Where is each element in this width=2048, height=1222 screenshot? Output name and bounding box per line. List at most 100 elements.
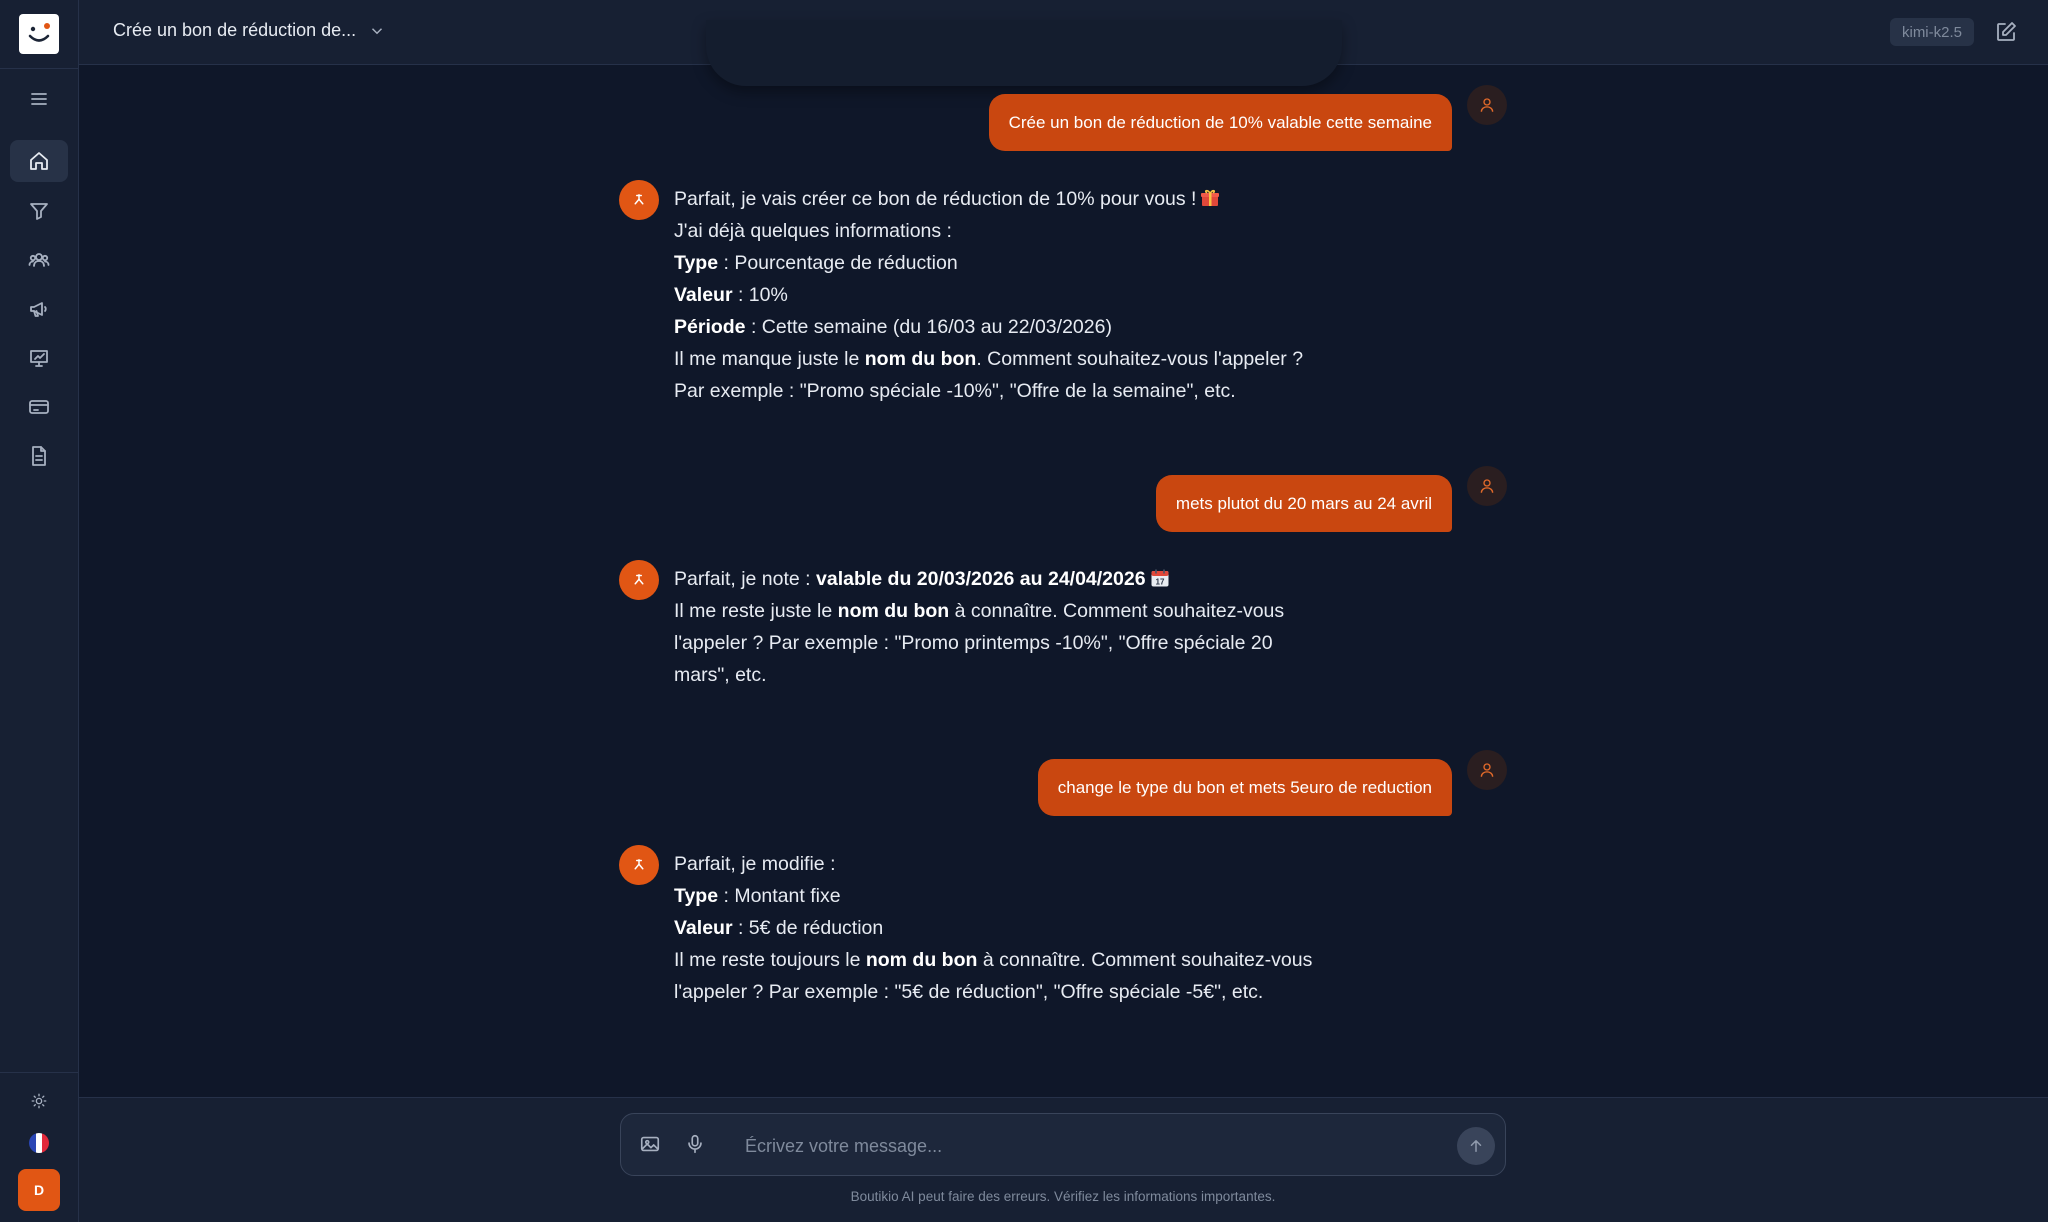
user-message-bubble: Crée un bon de réduction de 10% valable … xyxy=(988,94,1452,151)
message-input[interactable] xyxy=(743,1126,1407,1166)
user-icon xyxy=(1480,479,1494,493)
menu-icon xyxy=(31,93,47,105)
user-avatar-button[interactable]: D xyxy=(18,1169,60,1211)
arrow-up-icon xyxy=(1470,1140,1482,1152)
sidebar-divider xyxy=(0,68,78,69)
bold-text: Valeur xyxy=(674,917,733,939)
send-button[interactable] xyxy=(1457,1127,1495,1165)
sidebar: D xyxy=(0,0,79,1222)
assistant-message-line: Parfait, je note : valable du 20/03/2026… xyxy=(674,563,1334,595)
sidebar-item-marketing[interactable] xyxy=(10,288,68,330)
assistant-message-line: Valeur : 10% xyxy=(674,279,1334,311)
text-segment: l'appeler ? Par exemple : "5€ de réducti… xyxy=(674,981,1264,1003)
sidebar-item-payments[interactable] xyxy=(10,386,68,428)
sidebar-item-customers[interactable] xyxy=(10,239,68,281)
assistant-message-line: Type : Pourcentage de réduction xyxy=(674,247,1334,279)
text-segment: à connaître. Comment souhaitez-vous xyxy=(949,600,1285,622)
text-segment: . Comment souhaitez-vous l'appeler ? xyxy=(976,348,1304,370)
text-segment: : Cette semaine (du 16/03 au 22/03/2026) xyxy=(745,316,1112,338)
customers-icon xyxy=(28,253,50,267)
assistant-message-line: Parfait, je modifie : xyxy=(674,848,1334,880)
text-segment: à connaître. Comment souhaitez-vous xyxy=(977,949,1313,971)
sidebar-item-analytics[interactable] xyxy=(10,337,68,379)
conversation-title-dropdown[interactable]: Crée un bon de réduction de... xyxy=(113,20,386,41)
bold-text: nom du bon xyxy=(837,600,950,622)
text-segment: Il me reste toujours le xyxy=(674,949,866,971)
assistant-message-line: Période : Cette semaine (du 16/03 au 22/… xyxy=(674,311,1334,343)
filter-icon xyxy=(30,203,48,220)
assistant-message: Parfait, je modifie : Type : Montant fixe… xyxy=(674,848,1334,1008)
bold-text: valable du 20/03/2026 au 24/04/2026 xyxy=(816,568,1146,590)
voice-input-button[interactable] xyxy=(684,1133,708,1157)
user-message-avatar xyxy=(1467,466,1507,506)
user-icon xyxy=(1480,98,1494,112)
assistant-message-line: Valeur : 5€ de réduction xyxy=(674,912,1334,944)
sidebar-bottom-divider xyxy=(0,1072,78,1073)
assistant-message-line: J'ai déjà quelques informations : xyxy=(674,215,1334,247)
sidebar-item-filters[interactable] xyxy=(10,190,68,232)
text-segment: l'appeler ? Par exemple : "Promo printem… xyxy=(674,632,1273,654)
assistant-avatar xyxy=(619,560,659,600)
chevron-down-icon xyxy=(372,27,383,34)
app-logo[interactable] xyxy=(19,14,59,54)
sun-icon xyxy=(31,1093,47,1109)
message-composer xyxy=(620,1113,1506,1176)
assistant-message-line: Par exemple : "Promo spéciale -10%", "Of… xyxy=(674,375,1334,407)
text-segment: Parfait, je vais créer ce bon de réducti… xyxy=(674,188,1197,210)
microphone-icon xyxy=(688,1134,702,1154)
assistant-message: Parfait, je vais créer ce bon de réducti… xyxy=(674,183,1334,407)
bold-text: Type xyxy=(674,252,719,274)
bot-icon xyxy=(634,194,644,205)
new-chat-button[interactable] xyxy=(1994,20,2018,44)
user-message-avatar xyxy=(1467,85,1507,125)
sidebar-menu-toggle[interactable] xyxy=(10,78,68,120)
assistant-message-line: Parfait, je vais créer ce bon de réducti… xyxy=(674,183,1334,215)
calendar-emoji-icon: 17 xyxy=(1150,566,1170,587)
text-segment: : Pourcentage de réduction xyxy=(718,252,958,274)
theme-toggle[interactable] xyxy=(10,1080,68,1122)
text-segment: Par exemple : "Promo spéciale -10%", "Of… xyxy=(674,380,1236,402)
home-icon xyxy=(30,152,48,170)
megaphone-icon xyxy=(30,302,47,317)
user-message-avatar xyxy=(1467,750,1507,790)
assistant-message-line: mars", etc. xyxy=(674,659,1334,691)
model-badge[interactable]: kimi-k2.5 xyxy=(1889,18,1974,46)
assistant-message-line: Type : Montant fixe xyxy=(674,880,1334,912)
text-segment: Parfait, je modifie : xyxy=(674,853,836,875)
text-segment: : 5€ de réduction xyxy=(732,917,884,939)
text-segment: Il me manque juste le xyxy=(674,348,865,370)
user-message-bubble: change le type du bon et mets 5euro de r… xyxy=(1037,759,1452,816)
assistant-message-line: Il me reste toujours le nom du bon à con… xyxy=(674,944,1334,976)
bold-text: Type xyxy=(674,885,719,907)
bold-text: Valeur xyxy=(674,284,733,306)
header-shadow-overlay xyxy=(706,20,1342,86)
assistant-message-line: Il me reste juste le nom du bon à connaî… xyxy=(674,595,1334,627)
sidebar-item-documents[interactable] xyxy=(10,435,68,477)
document-icon xyxy=(32,446,46,466)
bot-icon xyxy=(634,574,644,585)
svg-text:17: 17 xyxy=(1155,578,1164,587)
attach-image-button[interactable] xyxy=(639,1133,663,1157)
sidebar-item-home[interactable] xyxy=(10,140,68,182)
smiley-logo-icon xyxy=(28,23,50,42)
assistant-message-line: Il me manque juste le nom du bon. Commen… xyxy=(674,343,1334,375)
user-icon xyxy=(1480,763,1494,777)
edit-icon xyxy=(1997,22,2016,41)
card-icon xyxy=(29,400,49,414)
text-segment: Il me reste juste le xyxy=(674,600,838,622)
assistant-message-line: l'appeler ? Par exemple : "5€ de réducti… xyxy=(674,976,1334,1008)
text-segment: : 10% xyxy=(732,284,788,306)
assistant-avatar xyxy=(619,845,659,885)
bot-icon xyxy=(634,859,644,870)
text-segment: J'ai déjà quelques informations : xyxy=(674,220,952,242)
conversation-title: Crée un bon de réduction de... xyxy=(113,20,357,40)
text-segment: Parfait, je note : xyxy=(674,568,816,590)
language-flag-fr[interactable] xyxy=(29,1133,49,1153)
bold-text: Période xyxy=(674,316,746,338)
analytics-icon xyxy=(30,350,48,367)
text-segment: : Montant fixe xyxy=(718,885,841,907)
assistant-message: Parfait, je note : valable du 20/03/2026… xyxy=(674,563,1334,691)
user-message-bubble: mets plutot du 20 mars au 24 avril xyxy=(1155,475,1452,532)
image-icon xyxy=(640,1136,660,1152)
assistant-avatar xyxy=(619,180,659,220)
